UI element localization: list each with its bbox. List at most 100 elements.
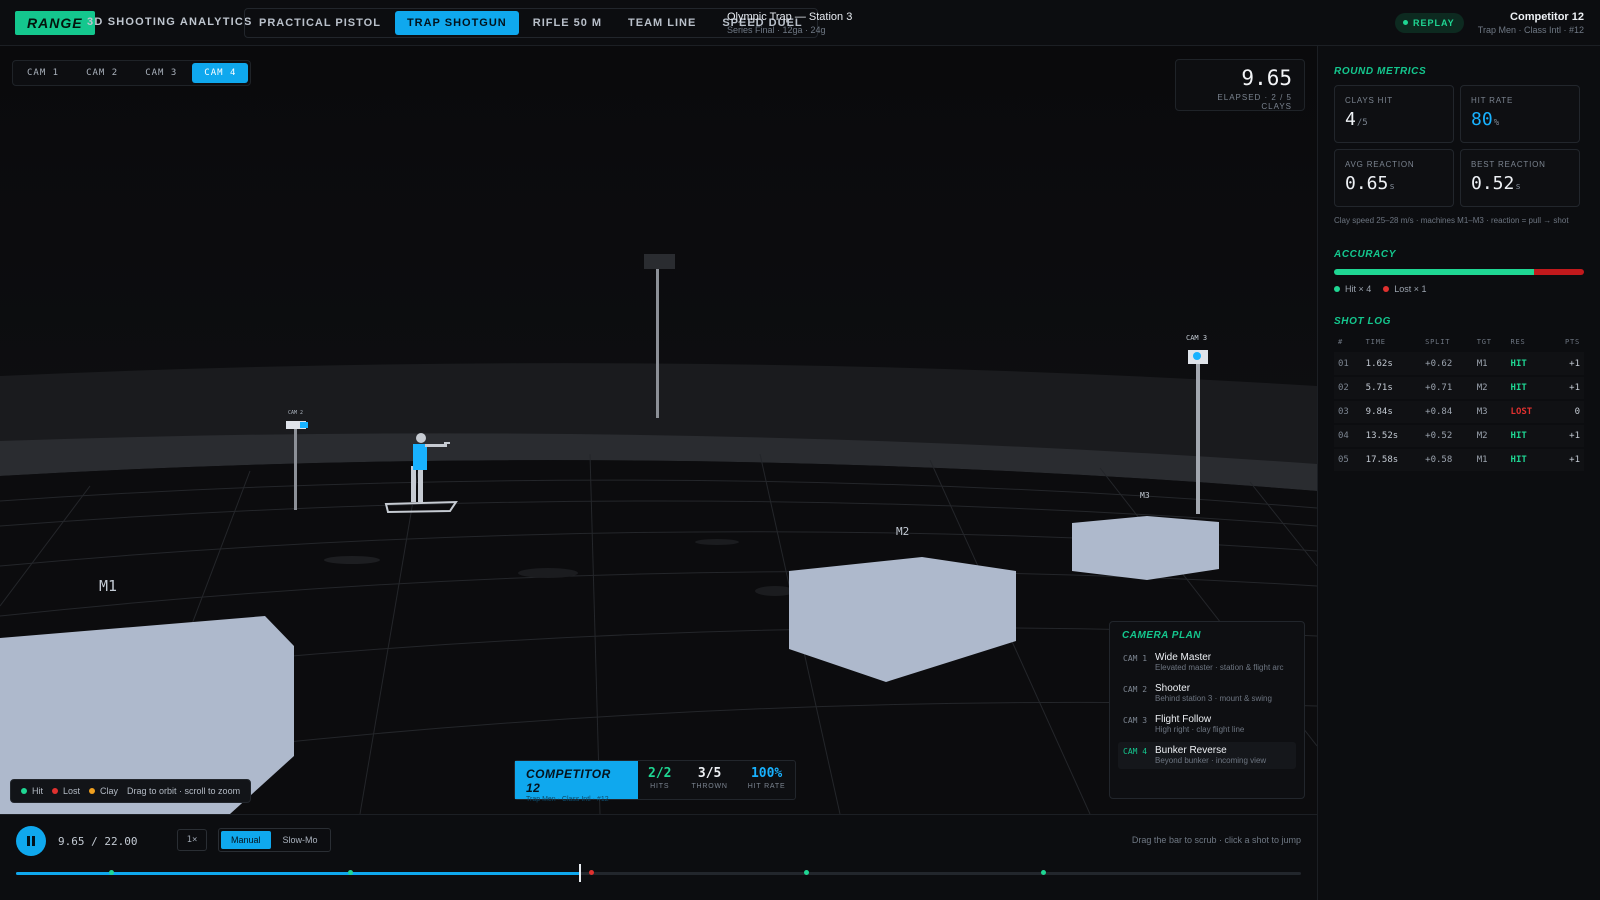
shot-log-row[interactable]: 05 17.58s +0.58 M1 HIT +1 (1334, 448, 1584, 473)
playback-mode-toggle: Manual Slow-Mo (218, 828, 331, 852)
cam3-pole (1196, 364, 1200, 514)
pause-button[interactable] (16, 826, 46, 856)
shot-marker[interactable] (803, 870, 809, 875)
tab-trap-shotgun[interactable]: TRAP SHOTGUN (394, 11, 519, 35)
round-metrics-title: ROUND METRICS (1334, 66, 1427, 77)
legend-clay-label: Clay (100, 786, 119, 796)
accuracy-bar (1334, 269, 1584, 275)
shot-time: 1.62s (1361, 352, 1422, 377)
tab-team-line[interactable]: TEAM LINE (616, 11, 708, 35)
legend-clay: Clay (89, 786, 118, 796)
shot-target: M1 (1472, 448, 1507, 473)
shot-marker[interactable] (588, 870, 594, 875)
shot-points: 0 (1550, 400, 1584, 425)
round-metrics-grid: CLAYS HIT 4/5 HIT RATE 80% AVG REACTION … (1334, 85, 1584, 207)
shot-num: 03 (1334, 400, 1362, 425)
metric-label: CLAYS HIT (1345, 96, 1393, 105)
cam-2-button[interactable]: CAM 2 (74, 63, 130, 83)
shot-log-row[interactable]: 04 13.52s +0.52 M2 HIT +1 (1334, 424, 1584, 449)
shot-num: 05 (1334, 448, 1362, 473)
replay-label: REPLAY (1413, 18, 1455, 28)
tab-practical-pistol[interactable]: PRACTICAL PISTOL (247, 11, 393, 35)
metric-unit: s (1389, 182, 1395, 192)
cam-1-button[interactable]: CAM 1 (15, 63, 71, 83)
plan-item-cam1[interactable]: CAM 1 Wide Master Elevated master · stati… (1118, 649, 1296, 676)
plan-item-cam2[interactable]: CAM 2 Shooter Behind station 3 · mount & … (1118, 680, 1296, 707)
shot-split: +0.84 (1421, 400, 1473, 425)
shot-log-row[interactable]: 01 1.62s +0.62 M1 HIT +1 (1334, 352, 1584, 377)
speed-button[interactable]: 1× (177, 829, 207, 851)
accuracy-hit-segment (1334, 269, 1534, 275)
scene-viewport[interactable]: CAM 2 CAM 3 M3 M2 M1 CAM 1 CAM 2 CAM 3 C… (0, 46, 1317, 814)
shot-log-row[interactable]: 02 5.71s +0.71 M2 HIT +1 (1334, 376, 1584, 401)
scene-legend: Hit Lost Clay Drag to orbit · scroll to … (10, 779, 252, 803)
shot-num: 02 (1334, 376, 1362, 401)
mode-manual-button[interactable]: Manual (221, 831, 271, 849)
plan-item-cam4[interactable]: CAM 4 Bunker Reverse Beyond bunker · inco… (1118, 742, 1296, 769)
shot-marker[interactable] (108, 870, 114, 875)
elapsed-timer: 9.65 ELAPSED · 2 / 5 CLAYS (1175, 59, 1305, 111)
legend-lost: Lost (52, 786, 80, 796)
shot-split: +0.62 (1421, 352, 1473, 377)
shot-points: +1 (1550, 352, 1584, 377)
score-card-rate: 100% HIT RATE (738, 761, 796, 799)
camera-plan-card: CAMERA PLAN CAM 1 Wide Master Elevated ma… (1109, 621, 1305, 799)
clay-dot-icon (89, 788, 96, 794)
metric-label: AVG REACTION (1345, 160, 1415, 169)
metric-value: 4 (1345, 109, 1356, 130)
timeline-progress (16, 872, 580, 875)
shot-split: +0.58 (1421, 448, 1473, 473)
playback-time: 9.65 / 22.00 (58, 835, 138, 848)
thrown-label: THROWN (691, 783, 728, 790)
metric-label: BEST REACTION (1471, 160, 1546, 169)
plan-cam-name: Wide Master (1155, 652, 1212, 663)
shot-split: +0.71 (1421, 376, 1473, 401)
metrics-note: Clay speed 25–28 m/s · machines M1–M3 · … (1334, 216, 1569, 225)
camera-switcher: CAM 1 CAM 2 CAM 3 CAM 4 (12, 60, 252, 86)
timeline-scrubber[interactable] (16, 864, 1301, 882)
event-subtitle: Series Final · 12ga · 24g (727, 25, 826, 35)
score-card-subtitle: Trap Men · Class Intl · #12 (526, 796, 609, 803)
tab-rifle-50m[interactable]: RIFLE 50 M (521, 11, 614, 35)
rate-label: HIT RATE (747, 783, 786, 790)
shot-marker[interactable] (347, 870, 353, 875)
shot-target: M3 (1472, 400, 1507, 425)
cam-4-button[interactable]: CAM 4 (192, 63, 249, 83)
plan-item-cam3[interactable]: CAM 3 Flight Follow High right · clay fli… (1118, 711, 1296, 738)
legend-hit-label: Hit (32, 786, 43, 796)
metric-best-reaction: BEST REACTION 0.52s (1460, 149, 1580, 207)
metric-value: 0.52 (1471, 173, 1515, 194)
accuracy-lost-label: Lost × 1 (1394, 284, 1427, 294)
brand-logo: RANGE (15, 11, 95, 35)
metric-label: HIT RATE (1471, 96, 1514, 105)
mode-slowmo-button[interactable]: Slow-Mo (273, 831, 328, 849)
shot-marker[interactable] (1040, 870, 1046, 875)
shot-target: M1 (1472, 352, 1507, 377)
shot-result: LOST (1506, 400, 1551, 425)
live-dot-icon (1403, 20, 1408, 26)
accuracy-lost-segment (1534, 269, 1584, 275)
light-pole (656, 266, 659, 418)
shot-target: M2 (1472, 376, 1507, 401)
accuracy-title: ACCURACY (1334, 249, 1397, 260)
accuracy-legend: Hit × 4 Lost × 1 (1334, 284, 1584, 294)
hit-dot-icon (1334, 286, 1340, 292)
shot-time: 17.58s (1361, 448, 1422, 473)
shot-num: 01 (1334, 352, 1362, 377)
shot-result: HIT (1506, 424, 1551, 449)
cam2-label: CAM 2 (288, 410, 303, 416)
cam-3-button[interactable]: CAM 3 (133, 63, 189, 83)
event-title: Olympic Trap — Station 3 (727, 11, 853, 23)
shot-log-row[interactable]: 03 9.84s +0.84 M3 LOST 0 (1334, 400, 1584, 425)
playback-controls: 9.65 / 22.00 1× Manual Slow-Mo Drag the … (0, 814, 1317, 900)
shot-log-header: # TIME SPLIT TGT RES PTS (1334, 335, 1584, 352)
plan-cam-num: CAM 1 (1123, 654, 1148, 663)
shot-result: HIT (1506, 376, 1551, 401)
lost-dot-icon (52, 788, 58, 794)
analytics-panel: ROUND METRICS CLAYS HIT 4/5 HIT RATE 80%… (1317, 46, 1600, 900)
lost-dot-icon (1383, 286, 1390, 292)
col-result: RES (1510, 338, 1526, 346)
shot-time: 9.84s (1361, 400, 1422, 425)
playhead[interactable] (578, 864, 581, 882)
shot-target: M2 (1472, 424, 1507, 449)
